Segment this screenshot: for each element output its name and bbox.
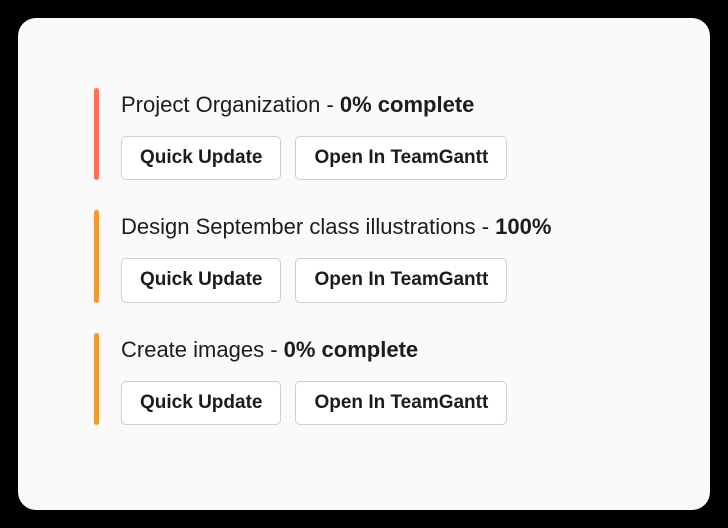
task-item: Design September class illustrations - 1… [94,210,650,302]
open-in-teamgantt-button[interactable]: Open In TeamGantt [295,136,507,181]
accent-bar [94,333,99,425]
open-in-teamgantt-button[interactable]: Open In TeamGantt [295,258,507,303]
task-completion: 0% complete [340,92,475,117]
accent-bar [94,210,99,302]
task-name: Create images [121,337,264,362]
task-title-line: Project Organization - 0% complete [121,90,650,120]
quick-update-button[interactable]: Quick Update [121,136,281,181]
task-item: Create images - 0% complete Quick Update… [94,333,650,425]
task-card: Project Organization - 0% complete Quick… [18,18,710,510]
task-separator: - [476,214,496,239]
button-row: Quick Update Open In TeamGantt [121,381,650,426]
task-separator: - [320,92,340,117]
task-title-line: Design September class illustrations - 1… [121,212,650,242]
task-content: Create images - 0% complete Quick Update… [121,333,650,425]
task-item: Project Organization - 0% complete Quick… [94,88,650,180]
task-content: Project Organization - 0% complete Quick… [121,88,650,180]
task-separator: - [264,337,284,362]
accent-bar [94,88,99,180]
open-in-teamgantt-button[interactable]: Open In TeamGantt [295,381,507,426]
button-row: Quick Update Open In TeamGantt [121,136,650,181]
task-completion: 0% complete [284,337,419,362]
task-completion: 100% [495,214,551,239]
task-content: Design September class illustrations - 1… [121,210,650,302]
quick-update-button[interactable]: Quick Update [121,381,281,426]
task-name: Design September class illustrations [121,214,476,239]
task-name: Project Organization [121,92,320,117]
quick-update-button[interactable]: Quick Update [121,258,281,303]
task-title-line: Create images - 0% complete [121,335,650,365]
button-row: Quick Update Open In TeamGantt [121,258,650,303]
